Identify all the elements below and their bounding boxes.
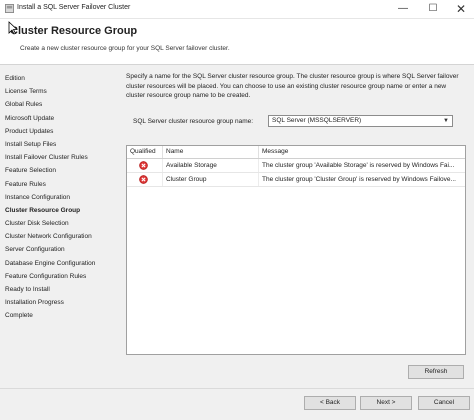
installer-window: Install a SQL Server Failover Cluster — … (0, 0, 474, 420)
maximize-button[interactable]: ☐ (420, 0, 446, 18)
title-bar: Install a SQL Server Failover Cluster — … (0, 0, 474, 19)
page-subtitle: Create a new cluster resource group for … (20, 45, 230, 52)
sidebar-item[interactable]: Server Configuration (0, 243, 115, 256)
resource-group-label: SQL Server cluster resource group name: (133, 118, 254, 125)
description-text: Specify a name for the SQL Server cluste… (126, 73, 459, 99)
sidebar-item[interactable]: Instance Configuration (0, 191, 115, 204)
steps-sidebar: Edition License Terms Global Rules Microsof… (0, 72, 115, 332)
table-row[interactable]: Cluster Group The cluster group 'Cluster … (127, 173, 465, 187)
window-title: Install a SQL Server Failover Cluster (17, 4, 131, 11)
qualified-cell (127, 159, 163, 172)
page-title: Cluster Resource Group (10, 25, 138, 37)
sidebar-item[interactable]: Installation Progress (0, 296, 115, 309)
name-cell: Cluster Group (163, 173, 259, 186)
cancel-button[interactable]: Cancel (418, 396, 470, 410)
sidebar-item[interactable]: Database Engine Configuration (0, 257, 115, 270)
sidebar-item[interactable]: Cluster Resource Group (0, 204, 115, 217)
chevron-down-icon[interactable]: ▼ (443, 116, 449, 126)
message-cell[interactable]: The cluster group 'Available Storage' is… (259, 159, 465, 172)
sidebar-item[interactable]: Edition (0, 72, 115, 85)
sidebar-item[interactable]: Install Failover Cluster Rules (0, 151, 115, 164)
error-icon (139, 161, 148, 170)
sidebar-item[interactable]: Feature Selection (0, 164, 115, 177)
message-cell[interactable]: The cluster group 'Cluster Group' is res… (259, 173, 465, 186)
back-button[interactable]: < Back (304, 396, 356, 410)
column-header-name[interactable]: Name (163, 146, 259, 158)
page-header: Cluster Resource Group Create a new clus… (0, 19, 474, 65)
resource-group-combobox[interactable]: SQL Server (MSSQLSERVER) ▼ (268, 115, 453, 127)
table-row[interactable]: Available Storage The cluster group 'Avai… (127, 159, 465, 173)
sidebar-item[interactable]: Cluster Network Configuration (0, 230, 115, 243)
sidebar-item[interactable]: Product Updates (0, 125, 115, 138)
app-icon (5, 4, 14, 13)
name-cell: Available Storage (163, 159, 259, 172)
sidebar-item[interactable]: Microsoft Update (0, 112, 115, 125)
refresh-button[interactable]: Refresh (408, 365, 464, 379)
error-icon (139, 175, 148, 184)
sidebar-item[interactable]: Install Setup Files (0, 138, 115, 151)
main-panel: Specify a name for the SQL Server cluste… (122, 72, 470, 382)
minimize-button[interactable]: — (390, 0, 416, 18)
mouse-cursor-icon (8, 21, 18, 35)
footer-divider (0, 388, 474, 389)
sidebar-item[interactable]: Global Rules (0, 98, 115, 111)
resource-group-table: Qualified Name Message Available Storage… (126, 145, 466, 355)
sidebar-item[interactable]: License Terms (0, 85, 115, 98)
close-button[interactable]: ✕ (448, 0, 474, 18)
resource-group-value: SQL Server (MSSQLSERVER) (272, 117, 362, 124)
sidebar-item[interactable]: Ready to Install (0, 283, 115, 296)
column-header-qualified[interactable]: Qualified (127, 146, 163, 158)
sidebar-item[interactable]: Complete (0, 309, 115, 322)
next-button[interactable]: Next > (360, 396, 412, 410)
sidebar-item[interactable]: Feature Configuration Rules (0, 270, 115, 283)
qualified-cell (127, 173, 163, 186)
column-header-message[interactable]: Message (259, 146, 465, 158)
sidebar-item[interactable]: Cluster Disk Selection (0, 217, 115, 230)
sidebar-item[interactable]: Feature Rules (0, 178, 115, 191)
table-header: Qualified Name Message (127, 146, 465, 159)
